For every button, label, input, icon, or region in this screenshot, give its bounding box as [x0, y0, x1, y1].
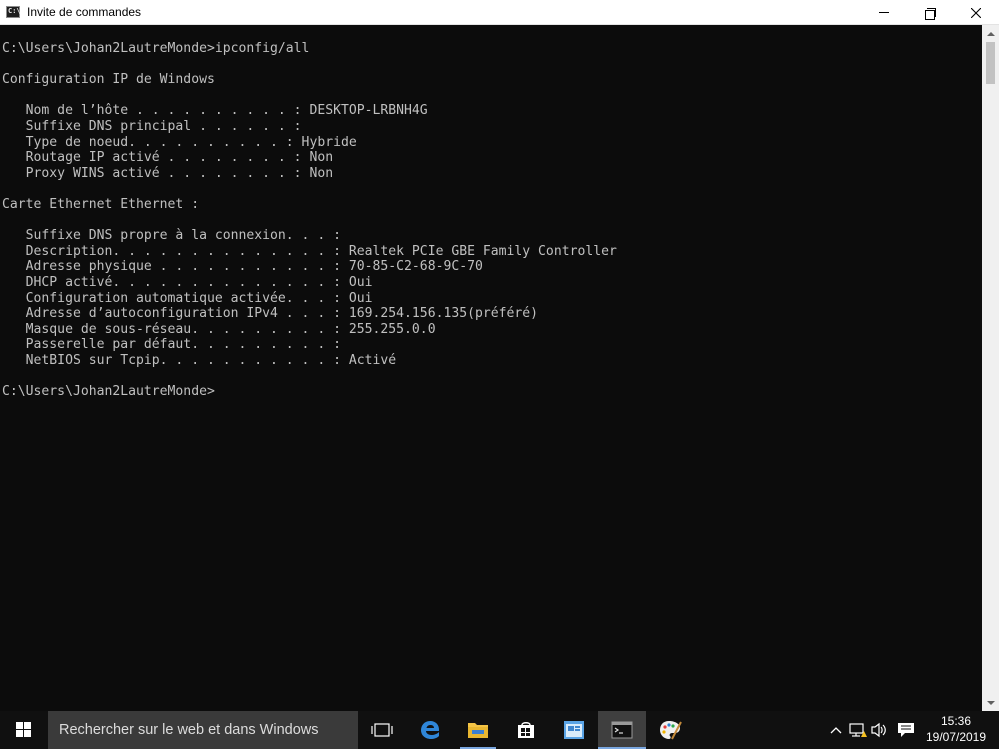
minimize-icon — [879, 12, 889, 13]
console-line: Proxy WINS activé . . . . . . . . : Non — [2, 165, 334, 181]
window-title: Invite de commandes — [27, 5, 142, 19]
search-placeholder: Rechercher sur le web et dans Windows — [59, 722, 319, 738]
windows-logo-icon — [16, 722, 32, 738]
console-line: C:\Users\Johan2LautreMonde> — [2, 384, 215, 400]
console-line: Masque de sous-réseau. . . . . . . . . :… — [2, 321, 436, 337]
minimize-button[interactable] — [861, 0, 907, 25]
paint-icon — [660, 721, 682, 740]
app-window-icon — [564, 721, 584, 739]
console-line: Carte Ethernet Ethernet : — [2, 197, 200, 212]
console-line: Type de noeud. . . . . . . . . . : Hybri… — [2, 134, 357, 150]
console-line: Suffixe DNS propre à la connexion. . . : — [2, 228, 341, 244]
chevron-up-icon — [830, 727, 842, 734]
taskbar-clock[interactable]: 15:36 19/07/2019 — [918, 711, 994, 749]
folder-icon — [468, 723, 488, 738]
cmd-app-icon[interactable]: C:\ — [6, 6, 21, 18]
store-button[interactable] — [502, 711, 550, 749]
scroll-down-arrow[interactable] — [982, 694, 999, 711]
show-hidden-icons-button[interactable] — [826, 711, 846, 749]
network-warning-icon — [849, 723, 867, 737]
console-line: Configuration automatique activée. . . :… — [2, 290, 373, 306]
edge-icon — [421, 721, 440, 739]
volume-icon — [871, 722, 886, 738]
clock-date: 19/07/2019 — [925, 730, 987, 744]
taskbar: Rechercher sur le web et dans Windows 15… — [0, 711, 999, 749]
notification-icon — [898, 723, 914, 737]
restore-button[interactable] — [907, 0, 953, 25]
console-line: Description. . . . . . . . . . . . . . :… — [2, 243, 617, 259]
edge-button[interactable] — [406, 711, 454, 749]
title-bar[interactable]: C:\ Invite de commandes — [0, 0, 999, 25]
app-window-button[interactable] — [550, 711, 598, 749]
command-prompt-button[interactable] — [598, 711, 646, 749]
taskbar-search-box[interactable]: Rechercher sur le web et dans Windows — [48, 711, 358, 749]
console-line: Adresse d’autoconfiguration IPv4 . . . :… — [2, 306, 539, 322]
console-line: Suffixe DNS principal . . . . . . : — [2, 119, 302, 134]
vertical-scrollbar[interactable] — [982, 25, 999, 711]
paint-button[interactable] — [646, 711, 694, 749]
clock-time: 15:36 — [940, 714, 972, 728]
cmd-app-icon-text: C:\ — [8, 7, 21, 15]
console-output[interactable]: C:\Users\Johan2LautreMonde>ipconfig/all C… — [0, 25, 982, 711]
console-line: Configuration IP de Windows — [2, 72, 215, 88]
console-line: Routage IP activé . . . . . . . . : Non — [2, 150, 334, 166]
start-button[interactable] — [0, 711, 48, 749]
action-center-button[interactable] — [894, 711, 918, 749]
restore-icon — [925, 7, 936, 20]
console-line: Passerelle par défaut. . . . . . . . . : — [2, 337, 341, 353]
cmd-icon — [611, 721, 633, 739]
store-icon — [518, 722, 534, 738]
network-tray-button[interactable] — [848, 711, 868, 749]
task-view-icon — [371, 723, 393, 737]
close-button[interactable] — [953, 0, 999, 25]
console-line: C:\Users\Johan2LautreMonde>ipconfig/all — [2, 41, 310, 56]
console-line: DHCP activé. . . . . . . . . . . . . . :… — [2, 275, 373, 290]
console-line: Adresse physique . . . . . . . . . . . :… — [2, 259, 483, 275]
close-icon — [971, 7, 981, 18]
scroll-up-arrow[interactable] — [982, 25, 999, 42]
volume-tray-button[interactable] — [870, 711, 890, 749]
task-view-button[interactable] — [358, 711, 406, 749]
console-line: NetBIOS sur Tcpip. . . . . . . . . . . :… — [2, 353, 397, 368]
file-explorer-button[interactable] — [454, 711, 502, 749]
scroll-thumb[interactable] — [986, 42, 995, 84]
console-line: Nom de l’hôte . . . . . . . . . . : DESK… — [2, 103, 428, 119]
